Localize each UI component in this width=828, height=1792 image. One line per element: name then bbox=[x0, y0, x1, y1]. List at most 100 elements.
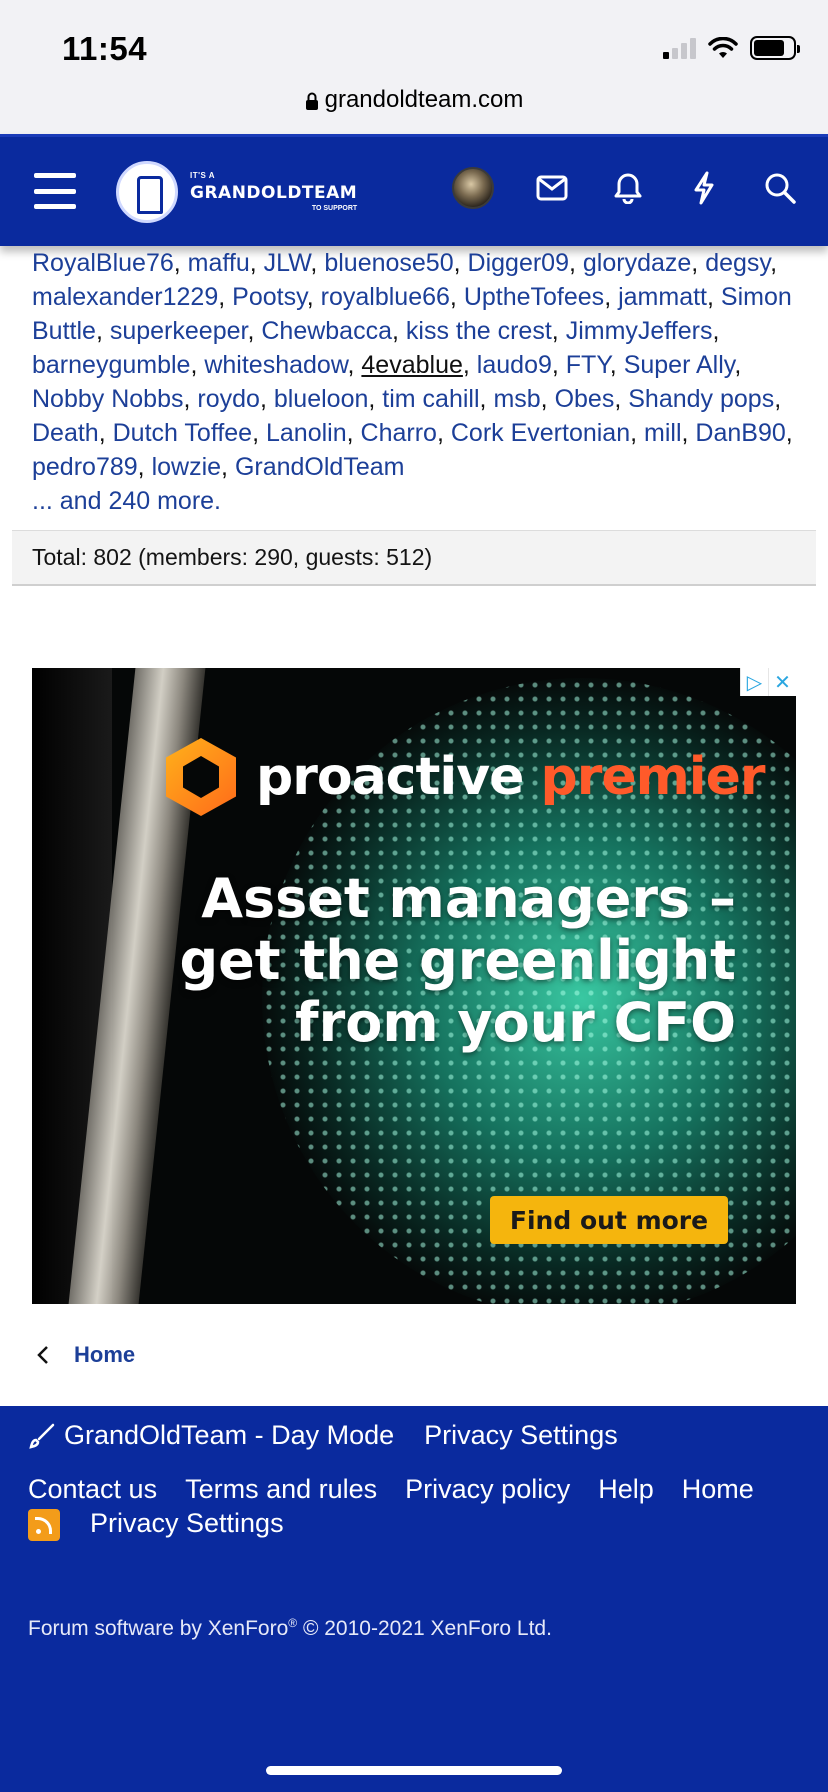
bolt-icon[interactable] bbox=[686, 170, 722, 206]
search-icon[interactable] bbox=[762, 170, 798, 206]
ad-headline-line: get the greenlight bbox=[179, 929, 736, 992]
online-user-link[interactable]: Pootsy bbox=[232, 283, 307, 311]
online-user-link[interactable]: Shandy pops bbox=[628, 385, 774, 413]
style-chooser[interactable]: GrandOldTeam - Day Mode bbox=[28, 1420, 394, 1451]
breadcrumb[interactable]: Home bbox=[36, 1342, 135, 1368]
online-user-link[interactable]: Chewbacca bbox=[261, 317, 392, 345]
footer-link-privacy[interactable]: Privacy policy bbox=[405, 1474, 570, 1504]
battery-icon bbox=[750, 36, 800, 60]
advertisement[interactable]: ▷ ✕ proactive premier Asset managers – g… bbox=[32, 668, 796, 1304]
online-user-link[interactable]: JimmyJeffers bbox=[566, 317, 713, 345]
online-user-link[interactable]: tim cahill bbox=[382, 385, 479, 413]
wifi-icon bbox=[708, 37, 738, 58]
ad-headline-line: from your CFO bbox=[295, 991, 736, 1054]
online-user-link[interactable]: Nobby Nobbs bbox=[32, 385, 183, 413]
online-user-link[interactable]: malexander1229 bbox=[32, 283, 218, 311]
logo-sub-text: TO SUPPORT bbox=[311, 205, 358, 212]
online-user-link[interactable]: laudo9 bbox=[477, 351, 552, 379]
site-logo[interactable]: IT'S A GRANDOLDTEAM TO SUPPORT bbox=[116, 161, 357, 223]
close-icon[interactable]: ✕ bbox=[768, 668, 796, 696]
online-user-link[interactable]: bluenose50 bbox=[324, 249, 453, 277]
url-text: grandoldteam.com bbox=[324, 86, 524, 113]
logo-title: GRANDOLDTEAM bbox=[190, 183, 358, 203]
privacy-settings-link[interactable]: Privacy Settings bbox=[424, 1420, 618, 1451]
copyright-text: Forum software by XenForo bbox=[28, 1617, 289, 1640]
footer-link-contact[interactable]: Contact us bbox=[28, 1474, 157, 1504]
home-indicator bbox=[266, 1766, 562, 1775]
online-user-link[interactable]: kiss the crest bbox=[406, 317, 552, 345]
footer-link-terms[interactable]: Terms and rules bbox=[185, 1474, 377, 1504]
online-user-link[interactable]: Obes bbox=[555, 385, 615, 413]
copyright: Forum software by XenForo® © 2010-2021 X… bbox=[28, 1616, 552, 1641]
online-total-text: Total: 802 (members: 290, guests: 512) bbox=[32, 544, 433, 570]
registered-mark: ® bbox=[288, 1616, 298, 1630]
online-user-link[interactable]: GrandOldTeam bbox=[235, 453, 405, 481]
online-user-link[interactable]: RoyalBlue76 bbox=[32, 249, 174, 277]
online-user-link[interactable]: superkeeper bbox=[110, 317, 248, 345]
online-user-link[interactable]: Super Ally bbox=[624, 351, 735, 379]
online-user-link[interactable]: Dutch Toffee bbox=[113, 419, 252, 447]
online-user-link[interactable]: Death bbox=[32, 419, 99, 447]
online-user-link[interactable]: blueloon bbox=[274, 385, 369, 413]
online-user-link[interactable]: Charro bbox=[361, 419, 437, 447]
online-user-link[interactable]: pedro789 bbox=[32, 453, 138, 481]
crest-icon bbox=[116, 161, 178, 223]
avatar[interactable] bbox=[452, 167, 494, 209]
online-user-link[interactable]: 4evablue bbox=[361, 351, 462, 379]
envelope-icon[interactable] bbox=[534, 170, 570, 206]
ad-headline-line: Asset managers – bbox=[201, 867, 736, 930]
paintbrush-icon bbox=[29, 1423, 55, 1449]
online-user-link[interactable]: royalblue66 bbox=[321, 283, 450, 311]
ad-headline: Asset managers – get the greenlight from… bbox=[122, 868, 736, 1054]
online-user-link[interactable]: UptheTofees bbox=[464, 283, 604, 311]
status-time: 11:54 bbox=[62, 30, 148, 67]
bell-icon[interactable] bbox=[610, 170, 646, 206]
logo-small-text: IT'S A bbox=[190, 171, 216, 180]
online-user-link[interactable]: DanB90 bbox=[695, 419, 785, 447]
cellular-signal-icon bbox=[663, 37, 696, 59]
online-user-link[interactable]: Cork Evertonian bbox=[451, 419, 630, 447]
online-user-link[interactable]: mill bbox=[644, 419, 682, 447]
more-users-link[interactable]: ... and 240 more. bbox=[32, 487, 221, 515]
online-user-link[interactable]: FTY bbox=[566, 351, 610, 379]
lock-icon bbox=[305, 92, 318, 110]
footer-link-help[interactable]: Help bbox=[598, 1474, 654, 1504]
online-user-link[interactable]: roydo bbox=[197, 385, 260, 413]
online-user-link[interactable]: Lanolin bbox=[266, 419, 347, 447]
online-user-link[interactable]: maffu bbox=[188, 249, 250, 277]
ad-badge: ▷ ✕ bbox=[740, 668, 796, 696]
url-bar[interactable]: grandoldteam.com bbox=[0, 86, 828, 114]
ad-brand-first: proactive bbox=[256, 747, 524, 807]
chevron-left-icon bbox=[37, 1346, 48, 1364]
online-user-link[interactable]: degsy bbox=[705, 249, 770, 277]
copyright-year: © 2010-2021 XenForo Ltd. bbox=[297, 1617, 552, 1640]
online-user-link[interactable]: JLW bbox=[264, 249, 311, 277]
online-total: Total: 802 (members: 290, guests: 512) bbox=[12, 530, 816, 586]
brand-logo-icon bbox=[166, 738, 236, 816]
menu-icon[interactable] bbox=[34, 173, 76, 209]
online-user-link[interactable]: msb bbox=[493, 385, 540, 413]
footer-privacy-settings[interactable]: Privacy Settings bbox=[90, 1508, 284, 1538]
breadcrumb-home[interactable]: Home bbox=[74, 1342, 135, 1368]
rss-icon[interactable] bbox=[28, 1508, 60, 1541]
online-user-link[interactable]: glorydaze bbox=[583, 249, 691, 277]
site-header: IT'S A GRANDOLDTEAM TO SUPPORT bbox=[0, 134, 828, 246]
online-user-link[interactable]: whiteshadow bbox=[204, 351, 347, 379]
ad-brand-second: premier bbox=[540, 747, 765, 807]
footer-links: Contact us Terms and rules Privacy policy H… bbox=[28, 1472, 818, 1541]
browser-chrome: 11:54 grandoldteam.com bbox=[0, 0, 828, 134]
style-label: GrandOldTeam - Day Mode bbox=[64, 1420, 395, 1450]
online-user-link[interactable]: jammatt bbox=[618, 283, 707, 311]
header-icons bbox=[452, 167, 798, 209]
status-icons bbox=[663, 36, 800, 60]
ad-brand: proactive premier bbox=[166, 738, 766, 816]
footer: GrandOldTeam - Day Mode Privacy Settings… bbox=[0, 1406, 828, 1792]
online-user-link[interactable]: lowzie bbox=[152, 453, 221, 481]
online-user-link[interactable]: Digger09 bbox=[468, 249, 569, 277]
online-users-list: RoyalBlue76, maffu, JLW, bluenose50, Dig… bbox=[32, 249, 793, 515]
ad-choices-icon[interactable]: ▷ bbox=[740, 668, 768, 696]
online-user-link[interactable]: barneygumble bbox=[32, 351, 190, 379]
footer-link-home[interactable]: Home bbox=[682, 1474, 754, 1504]
online-users-block: RoyalBlue76, maffu, JLW, bluenose50, Dig… bbox=[0, 246, 828, 586]
ad-find-out-more-button[interactable]: Find out more bbox=[490, 1196, 728, 1244]
